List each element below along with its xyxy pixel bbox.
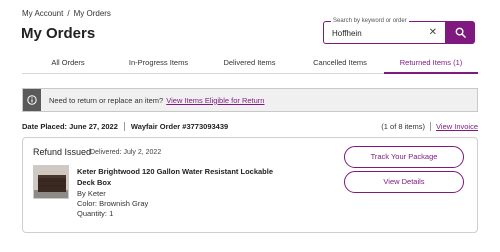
- track-package-button[interactable]: Track Your Package: [344, 146, 464, 168]
- search-button[interactable]: [445, 21, 475, 44]
- breadcrumb-separator: /: [67, 9, 70, 18]
- order-meta: Date Placed: June 27, 2022 Wayfair Order…: [22, 122, 228, 131]
- delivered-date: Delivered: July 2, 2022: [90, 149, 162, 156]
- product-color: Color: Brownish Gray: [77, 199, 149, 208]
- breadcrumb-my-orders: My Orders: [73, 9, 111, 18]
- breadcrumb-my-account[interactable]: My Account: [22, 9, 63, 18]
- order-pagination: (1 of 8 items) View Invoice: [381, 122, 478, 131]
- order-item-card: Refund Issued Delivered: July 2, 2022 Ke…: [22, 137, 478, 233]
- notice-text: Need to return or replace an item?: [49, 95, 164, 105]
- page-title: My Orders: [21, 25, 96, 42]
- breadcrumb: My Account / My Orders: [22, 9, 111, 18]
- search-icon: [455, 27, 466, 38]
- order-number: Wayfair Order #3773093439: [130, 122, 229, 131]
- tab-all-orders[interactable]: All Orders: [22, 54, 114, 73]
- date-placed: Date Placed: June 27, 2022: [22, 122, 118, 131]
- return-notice: Need to return or replace an item? View …: [22, 88, 478, 112]
- refund-status: Refund Issued: [33, 147, 92, 157]
- view-invoice-link[interactable]: View Invoice: [436, 122, 478, 131]
- search-input[interactable]: [332, 26, 427, 40]
- item-count: (1 of 8 items): [381, 122, 426, 131]
- view-details-button[interactable]: View Details: [344, 171, 464, 193]
- close-icon[interactable]: ✕: [429, 26, 437, 40]
- order-tabs: All Orders In-Progress Items Delivered I…: [22, 54, 478, 74]
- pagination-divider: [430, 122, 432, 131]
- product-quantity: Quantity: 1: [77, 209, 114, 218]
- search-box: Search by keyword or order ✕: [323, 17, 445, 44]
- product-title[interactable]: Keter Brightwood 120 Gallon Water Resist…: [77, 166, 277, 188]
- tab-in-progress-items[interactable]: In-Progress Items: [114, 54, 203, 73]
- meta-divider: [123, 122, 125, 131]
- product-image[interactable]: [33, 165, 69, 199]
- info-icon: [23, 89, 41, 111]
- eligible-returns-link[interactable]: View Items Eligible for Return: [166, 96, 264, 105]
- tab-returned-items[interactable]: Returned Items (1): [384, 54, 478, 74]
- search-label: Search by keyword or order: [331, 17, 409, 25]
- product-brand: By Keter: [77, 189, 106, 198]
- tab-delivered-items[interactable]: Delivered Items: [203, 54, 296, 73]
- tab-cancelled-items[interactable]: Cancelled Items: [296, 54, 384, 73]
